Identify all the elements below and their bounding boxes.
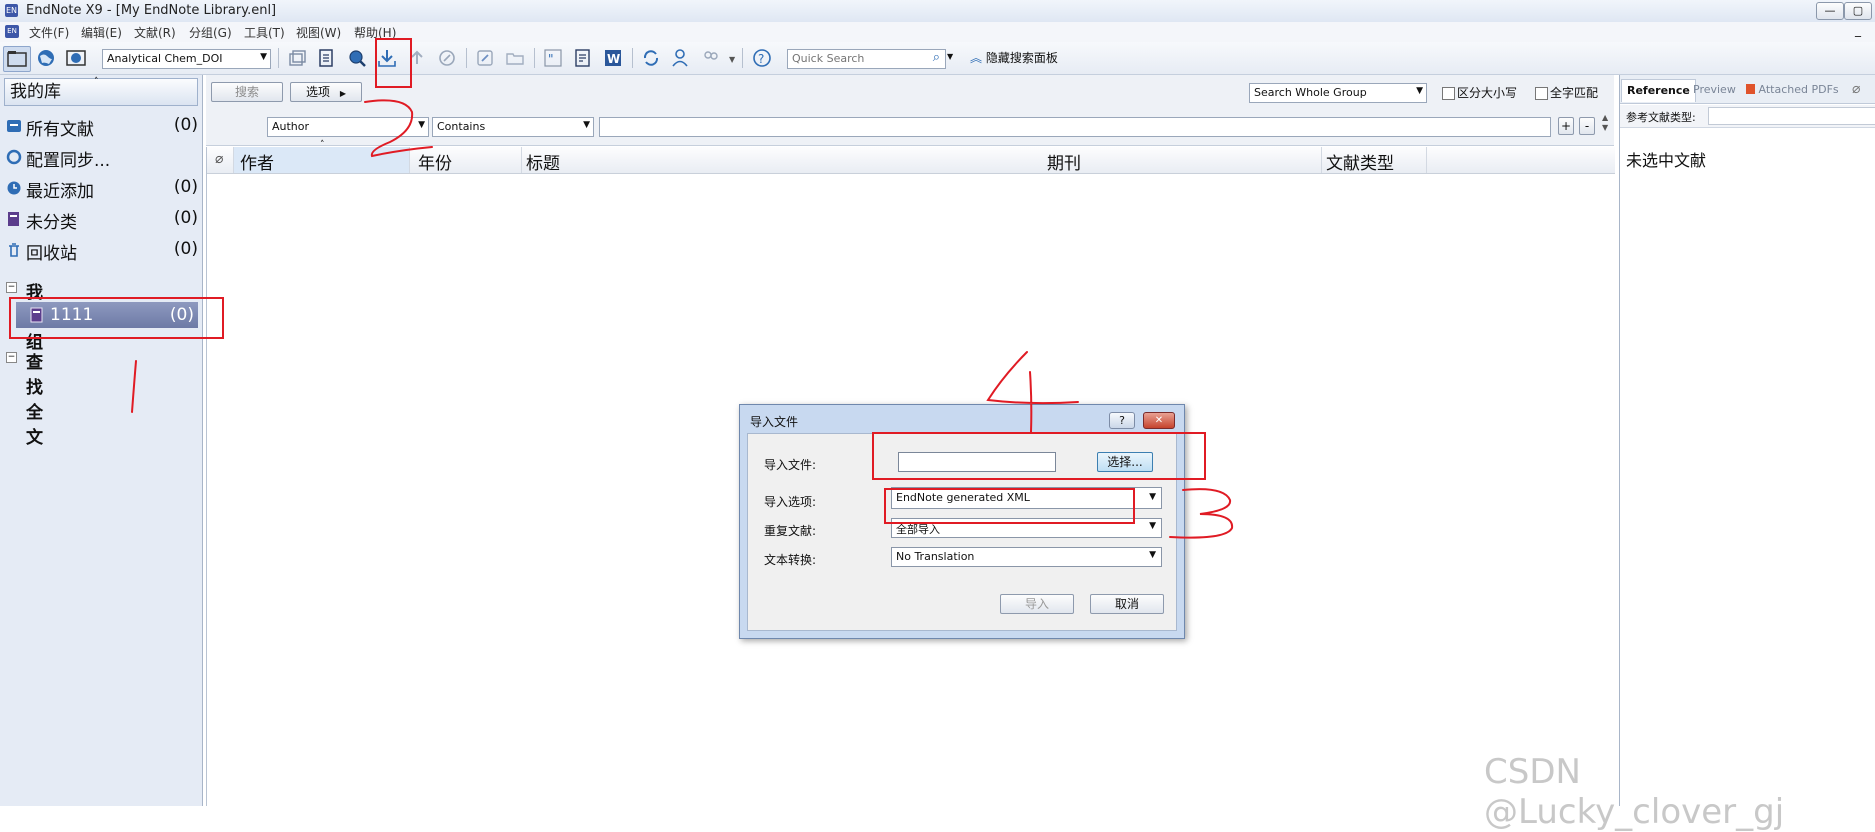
- watermark-text: CSDN @Lucky_clover_gj: [1484, 752, 1785, 832]
- annotation-number-4: [986, 351, 1079, 433]
- annotation-number-2: [364, 99, 433, 158]
- annotation-number-1: [131, 360, 137, 413]
- handwritten-annotations: [131, 99, 1234, 539]
- annotation-number-3: [1169, 488, 1234, 539]
